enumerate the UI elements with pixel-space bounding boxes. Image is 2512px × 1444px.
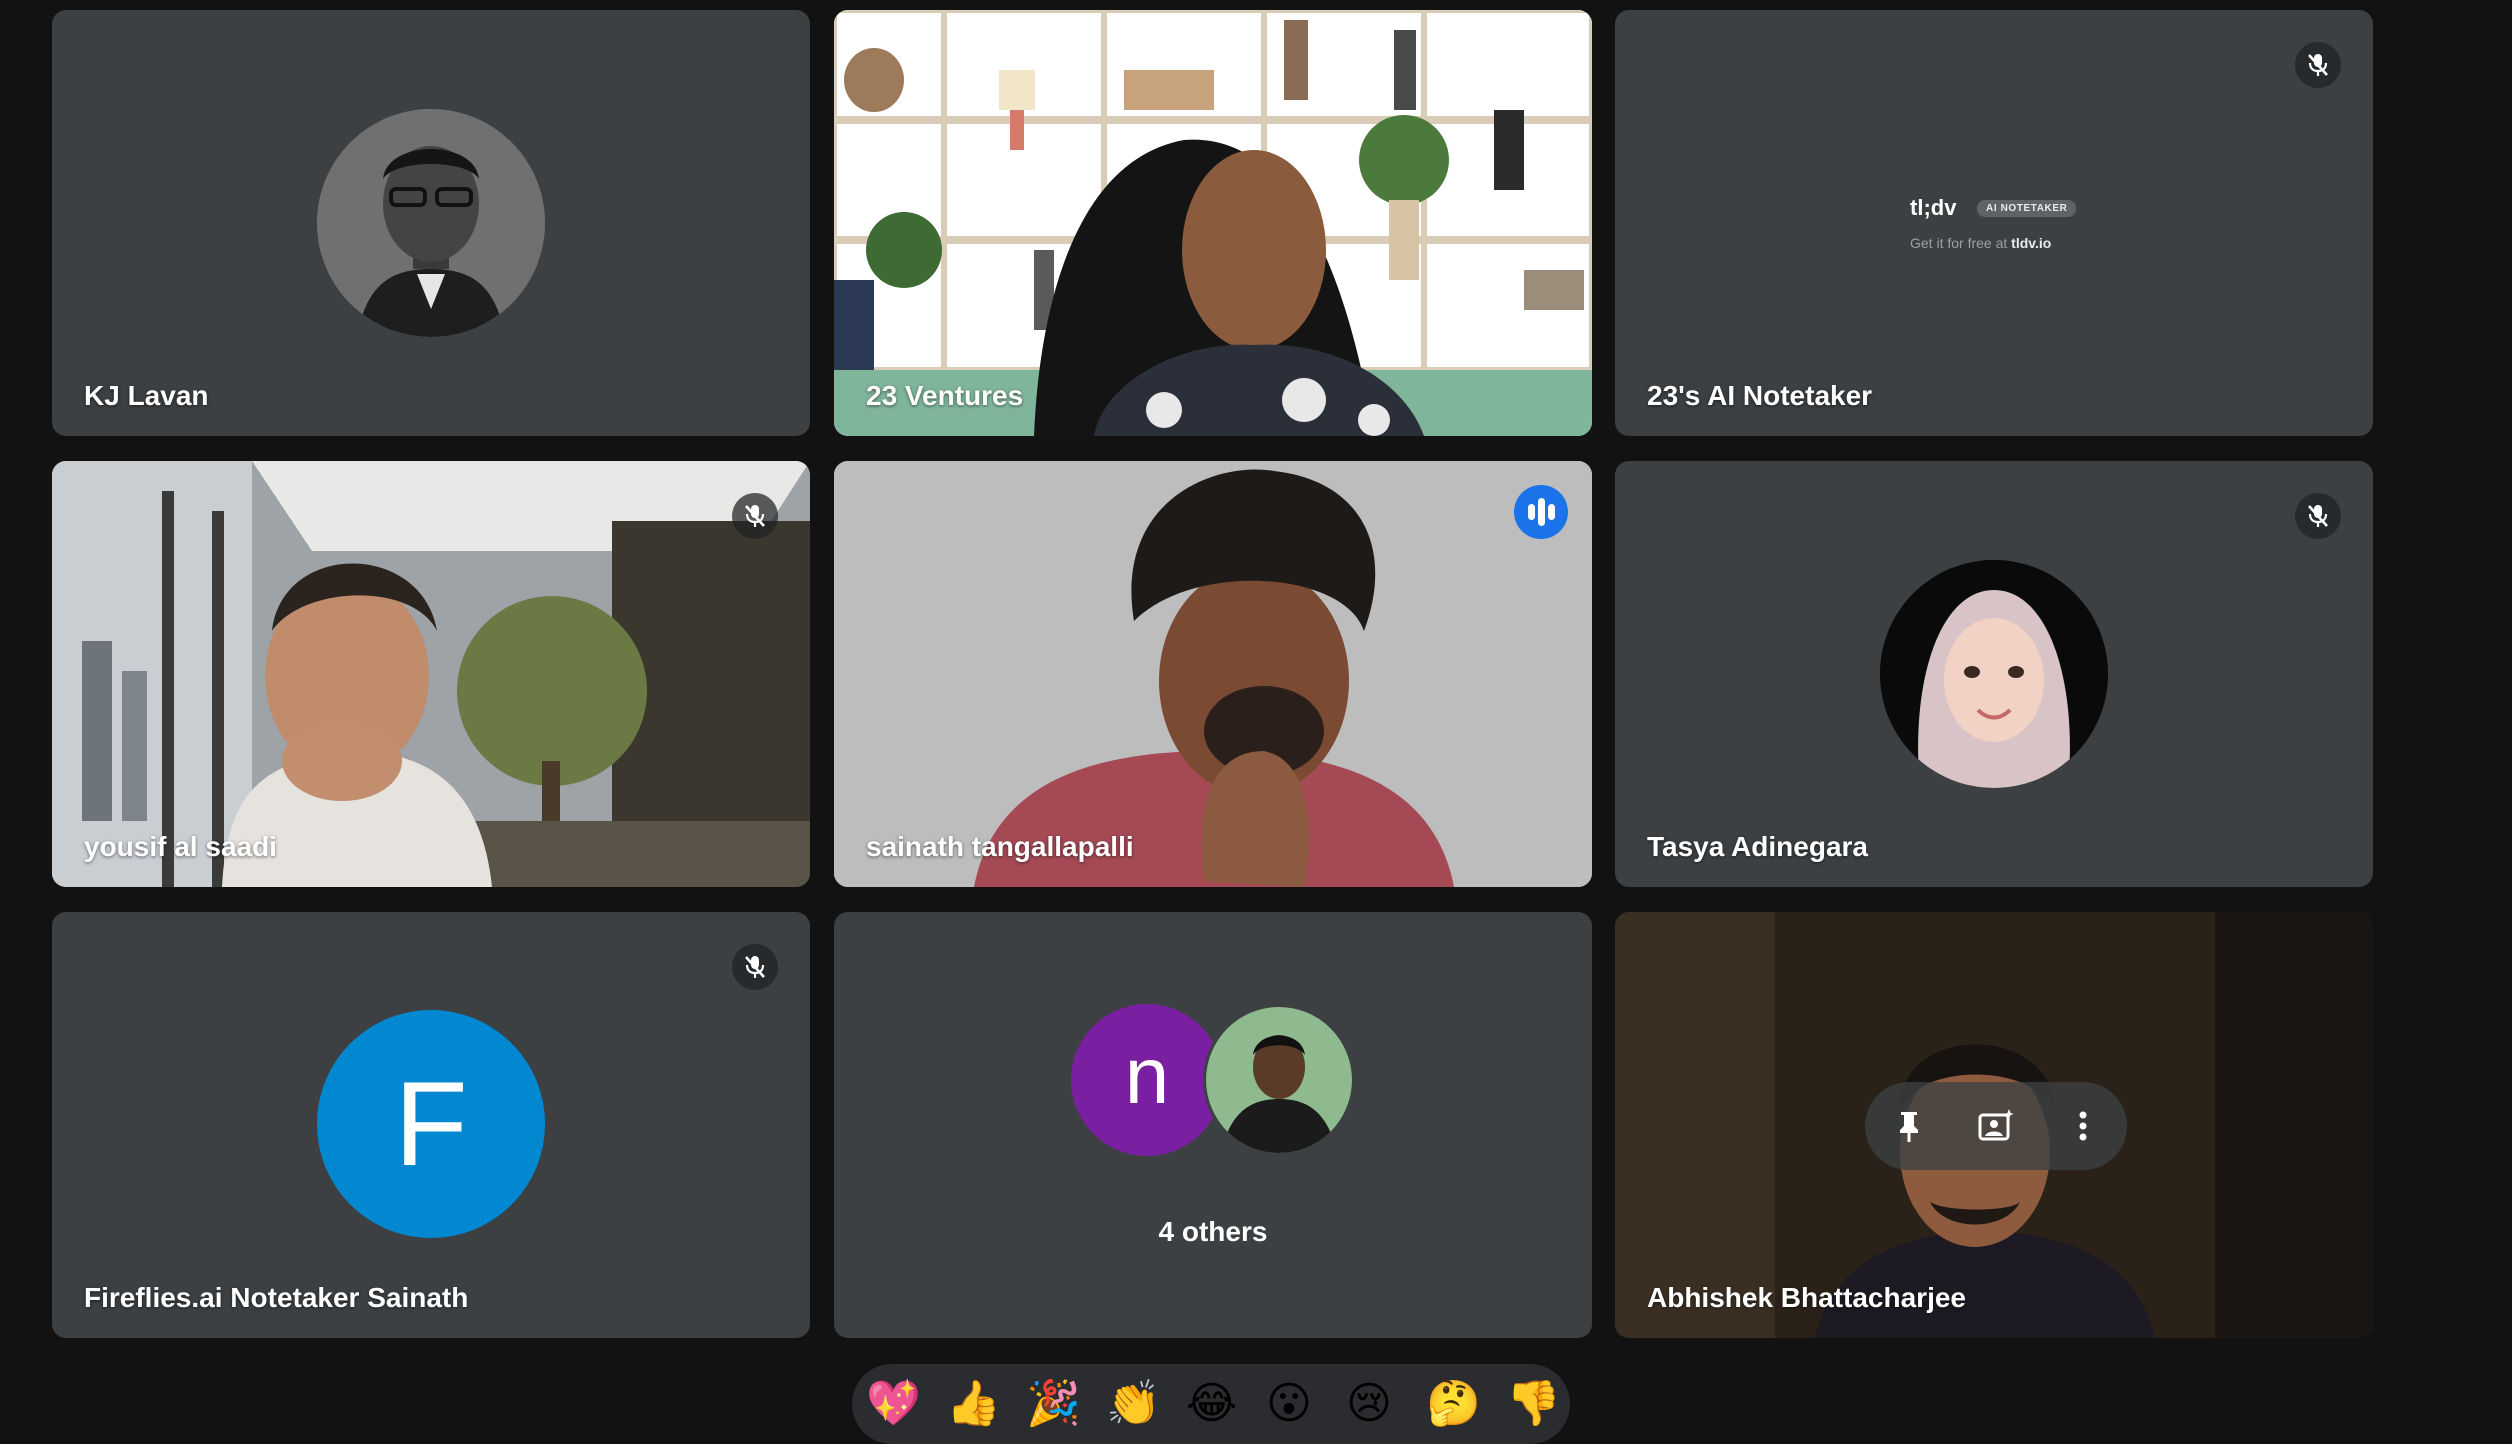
participant-name: sainath tangallapalli: [866, 831, 1134, 862]
participant-name: KJ Lavan: [84, 380, 209, 411]
reaction-surprised[interactable]: 😮: [1266, 1374, 1312, 1434]
mic-off-icon: [2295, 493, 2341, 539]
reaction-thumbs-down[interactable]: 👎: [1506, 1374, 1561, 1434]
reaction-party-popper[interactable]: 🎉: [1026, 1374, 1081, 1434]
participant-tile-tasya[interactable]: Tasya Adinegara: [1615, 461, 2373, 887]
tldv-badge: AI NOTETAKER: [1977, 200, 2077, 217]
tldv-tagline: Get it for free at tldv.io: [1910, 235, 2051, 251]
participant-tile-abhishek[interactable]: Abhishek Bhattacharjee: [1615, 912, 2373, 1338]
speaking-indicator-icon: [1514, 485, 1568, 539]
participant-avatar: [317, 109, 545, 337]
reaction-clapping-hands[interactable]: 👏: [1106, 1374, 1161, 1434]
more-options-icon[interactable]: [2061, 1104, 2105, 1148]
tldv-tagline-prefix: Get it for free at: [1910, 235, 2008, 251]
participant-tile-yousif[interactable]: yousif al saadi: [52, 461, 810, 887]
pin-icon[interactable]: [1887, 1104, 1931, 1148]
mic-off-icon: [732, 944, 778, 990]
participant-tile-23-ventures[interactable]: 23 Ventures: [834, 10, 1592, 436]
letter-avatar: n: [1071, 1004, 1223, 1156]
participant-avatar: [1203, 1004, 1355, 1156]
participant-tile-ai-notetaker[interactable]: tl;dv AI NOTETAKER Get it for free at tl…: [1615, 10, 2373, 436]
participant-tile-fireflies[interactable]: F Fireflies.ai Notetaker Sainath: [52, 912, 810, 1338]
video-feed: [834, 461, 1592, 887]
visual-effects-icon[interactable]: [1973, 1104, 2017, 1148]
mic-off-icon: [2295, 42, 2341, 88]
reaction-tears-of-joy[interactable]: 😂: [1186, 1374, 1237, 1434]
participant-name: 23's AI Notetaker: [1647, 380, 1873, 411]
tldv-logo: tl;dv: [1910, 195, 1957, 220]
participant-tile-kj-lavan[interactable]: KJ Lavan: [52, 10, 810, 436]
reaction-crying[interactable]: 😢: [1346, 1374, 1392, 1434]
reaction-sparkling-heart[interactable]: 💖: [866, 1374, 921, 1434]
tldv-link: tldv.io: [2011, 235, 2052, 251]
others-count-label: 4 others: [1158, 1216, 1268, 1247]
mic-off-icon: [732, 493, 778, 539]
participant-tile-others[interactable]: n 4 others: [834, 912, 1592, 1338]
reaction-thumbs-up[interactable]: 👍: [946, 1374, 1001, 1434]
reactions-bar: 💖 👍 🎉 👏 😂 😮 😢 🤔 👎: [852, 1364, 1570, 1444]
video-feed: [52, 461, 810, 887]
participant-name: Fireflies.ai Notetaker Sainath: [84, 1282, 469, 1313]
video-feed: [834, 10, 1592, 436]
reaction-thinking[interactable]: 🤔: [1426, 1374, 1481, 1434]
letter-avatar: F: [317, 1010, 545, 1238]
participant-name: Abhishek Bhattacharjee: [1647, 1282, 1966, 1313]
participant-name: 23 Ventures: [866, 380, 1024, 411]
participant-tile-sainath[interactable]: sainath tangallapalli: [834, 461, 1592, 887]
participant-name: Tasya Adinegara: [1647, 831, 1868, 862]
participant-avatar: [1880, 560, 2108, 788]
tile-hover-controls: [1865, 1082, 2127, 1170]
participant-name: yousif al saadi: [84, 831, 277, 862]
